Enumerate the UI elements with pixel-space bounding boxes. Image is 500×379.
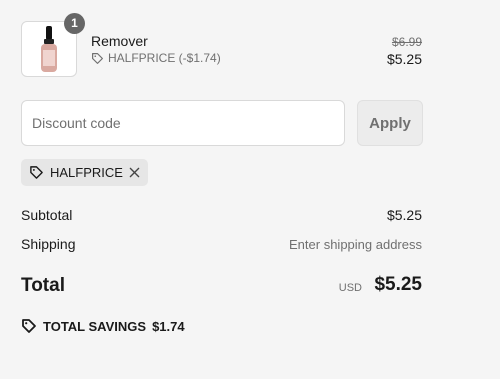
currency-code: USD: [338, 282, 362, 294]
tag-icon: [92, 52, 103, 64]
applied-code-label: HALFPRICE: [50, 165, 123, 180]
item-price: $5.25: [386, 51, 422, 67]
product-name: Remover: [91, 33, 148, 49]
total-value: $5.25: [374, 274, 422, 295]
savings-label: TOTAL SAVINGS: [43, 318, 147, 334]
remove-discount-button[interactable]: [129, 167, 140, 178]
discount-code-input[interactable]: [21, 100, 345, 146]
total-savings: TOTAL SAVINGS $1.74: [21, 318, 185, 334]
close-icon: [129, 167, 140, 178]
item-discount-line: HALFPRICE (-$1.74): [91, 51, 221, 65]
original-price: $6.99: [391, 35, 422, 49]
subtotal-label: Subtotal: [21, 207, 73, 223]
subtotal-value: $5.25: [386, 207, 422, 223]
tag-icon: [30, 166, 43, 179]
apply-button[interactable]: Apply: [357, 100, 423, 146]
quantity-badge: 1: [64, 13, 85, 34]
tag-icon: [22, 319, 36, 333]
total-label: Total: [21, 275, 65, 296]
applied-discount-chip: HALFPRICE: [21, 159, 148, 186]
shipping-value: Enter shipping address: [289, 237, 422, 252]
savings-value: $1.74: [152, 318, 185, 334]
item-discount-label: HALFPRICE (-$1.74): [108, 51, 221, 65]
shipping-label: Shipping: [21, 236, 76, 252]
